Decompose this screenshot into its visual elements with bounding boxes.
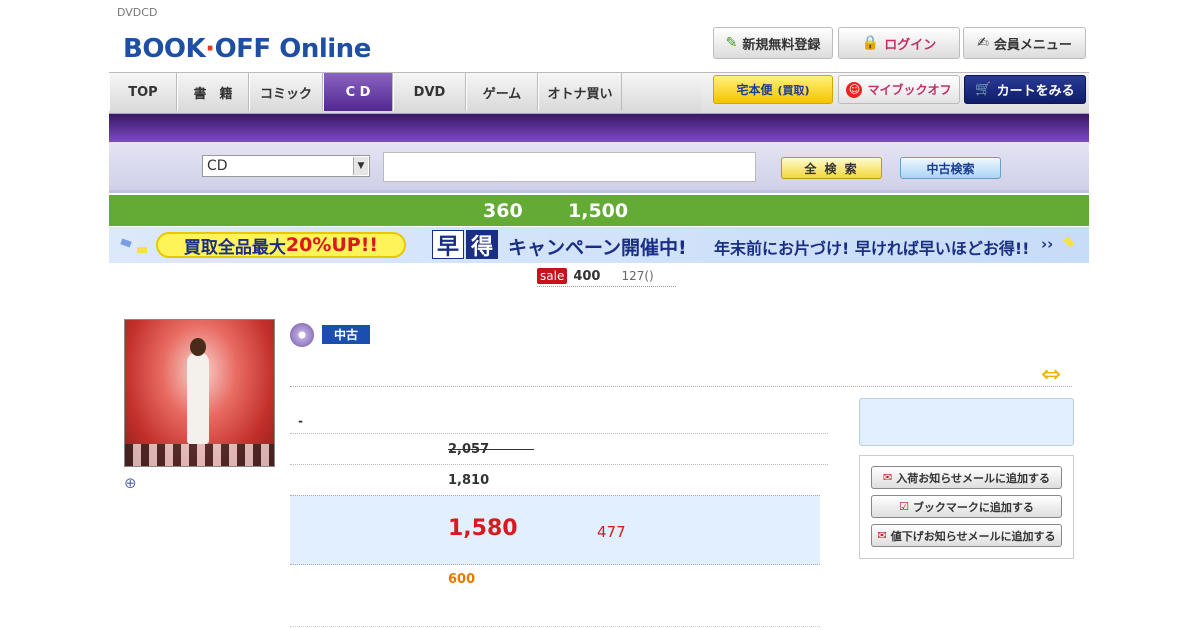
register-label: 新規無料登録 [742,37,821,53]
search-all-button[interactable]: 全 検 索 [781,157,882,179]
tab-books[interactable]: 書 籍 [177,73,249,111]
campaign-title: キャンペーン開催中! [508,237,687,259]
takuhai-label: 宅本便 [736,83,773,97]
logo-dot: · [205,34,215,64]
site-tagline: DVDCD [117,6,158,19]
cart-icon: 🛒 [975,82,992,97]
cd-icon [290,323,314,347]
sale-count: 127() [621,269,654,283]
check-icon: ☑ [899,500,909,513]
cart-box [859,398,1074,446]
site-header: BOOK·OFF Online ✎ 新規無料登録 🔒 ログイン ✍ 会員メニュー [109,22,1089,72]
regular-price-row: 1,810 [290,465,828,495]
sale-info[interactable]: sale 400 127() [537,266,676,287]
logo-text-book: BOOK [123,34,206,64]
detail-row: - [290,404,828,434]
action-buttons-box: ✉ 入荷お知らせメールに追加する ☑ ブックマークに追加する ✉ 値下げお知らせ… [859,455,1074,559]
buyback-highlight: 20%UP!! [285,234,379,256]
detail-value: - [298,414,303,428]
smiley-icon: ☺ [846,81,863,98]
member-menu-button[interactable]: ✍ 会員メニュー [963,27,1086,59]
tab-top[interactable]: TOP [109,73,177,111]
bookmark-label: ブックマークに追加する [912,500,1034,514]
confetti-decoration [1063,236,1075,248]
logo-text-off: OFF [214,34,272,64]
mail-icon: ✉ [877,529,887,542]
points-value: 600 [448,572,476,587]
mybookoff-label: マイブックオフ [867,83,952,97]
takuhai-button[interactable]: 宅本便 (買取) [713,75,833,104]
search-used-button[interactable]: 中古検索 [900,157,1001,179]
add-bookmark-button[interactable]: ☑ ブックマークに追加する [871,495,1062,518]
lock-icon: 🔒 [861,35,880,51]
category-select-value: CD [207,158,228,174]
mail-icon: ✉ [883,471,893,484]
tab-dvd[interactable]: DVD [393,73,466,111]
member-menu-label: 会員メニュー [993,37,1072,53]
swap-arrows-icon[interactable]: ⇔ [1041,360,1061,388]
zoom-icon[interactable]: ⊕ [124,474,142,492]
hayatoku-logo: 早 得 [432,230,498,260]
buyback-prefix: 買取全品最大 [183,237,286,258]
discount-amount: 477 [597,523,626,541]
strike-line [448,449,534,450]
view-cart-label: カートをみる [996,84,1075,99]
mybookoff-button[interactable]: ☺ マイブックオフ [838,75,960,104]
tab-cd[interactable]: C D [323,73,393,111]
current-price: 1,580 [448,516,518,541]
album-cover-image[interactable] [124,319,275,467]
takuhai-sub: (買取) [777,83,810,97]
register-button[interactable]: ✎ 新規無料登録 [713,27,833,59]
haya-char: 早 [432,230,464,260]
divider [290,386,1072,387]
login-button[interactable]: 🔒 ログイン [838,27,960,59]
promo-value-2: 1,500 [568,199,629,222]
category-nav: TOP 書 籍 コミック C D DVD ゲーム オトナ買い [109,72,701,114]
restock-alert-label: 入荷お知らせメールに追加する [896,471,1050,485]
tab-otona-gai[interactable]: オトナ買い [538,73,622,111]
cover-figure-head [190,338,206,356]
divider [290,626,820,627]
confetti-decoration [120,238,132,248]
pencil-icon: ✎ [725,35,738,51]
tab-comics[interactable]: コミック [249,73,323,111]
add-restock-alert-button[interactable]: ✉ 入荷お知らせメールに追加する [871,466,1062,489]
search-input[interactable] [383,152,756,182]
condition-badge: 中古 [322,325,370,344]
sale-price-box: 1,580 477 [290,495,820,565]
note-icon: ✍ [977,35,989,51]
view-cart-button[interactable]: 🛒 カートをみる [964,75,1086,104]
list-price-row: 2,057 [290,434,828,465]
login-label: ログイン [884,37,937,53]
cover-figure [187,352,209,444]
accent-bar [109,114,1089,142]
confetti-decoration [137,247,147,253]
toku-char: 得 [466,230,498,260]
category-select[interactable]: CD ▼ [202,155,370,177]
sale-badge: sale [537,268,568,284]
bookoff-logo[interactable]: BOOK·OFF Online [123,34,371,64]
cover-checkered-floor [125,444,274,466]
promo-value-1: 360 [483,199,523,222]
campaign-banner[interactable]: 買取全品最大 20%UP!! 早 得 キャンペーン開催中! 年末前にお片づけ! 早… [109,227,1089,263]
regular-price: 1,810 [448,473,490,488]
banner-more-icon: ›› [1041,235,1054,253]
chevron-down-icon[interactable]: ▼ [353,157,368,175]
logo-text-online: Online [279,34,371,64]
promo-bar[interactable]: 360 1,500 [109,195,1089,226]
sale-price: 400 [573,268,601,284]
buyback-pill: 買取全品最大 20%UP!! [156,232,406,258]
add-price-drop-alert-button[interactable]: ✉ 値下げお知らせメールに追加する [871,524,1062,547]
campaign-message: 年末前にお片づけ! 早ければ早いほどお得!! [714,239,1030,258]
tab-games[interactable]: ゲーム [466,73,538,111]
price-drop-alert-label: 値下げお知らせメールに追加する [890,529,1056,543]
